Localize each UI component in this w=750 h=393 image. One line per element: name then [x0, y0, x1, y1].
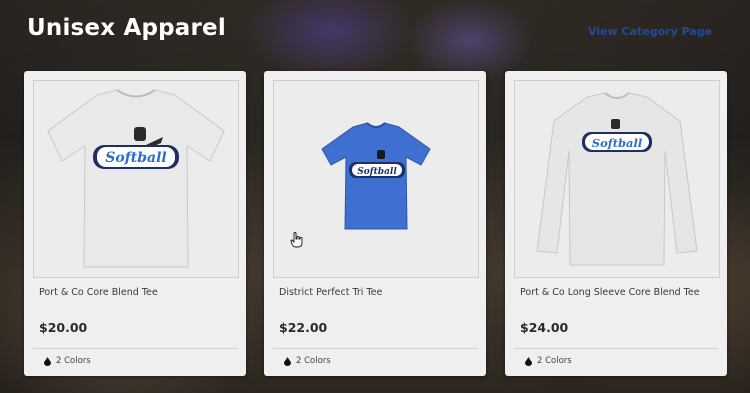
color-count: 2 Colors: [525, 356, 572, 366]
product-image[interactable]: Softball: [514, 80, 720, 278]
product-name[interactable]: Port & Co Core Blend Tee: [39, 287, 158, 298]
drop-icon: [525, 356, 532, 366]
page-title: Unisex Apparel: [27, 15, 226, 41]
product-image[interactable]: Softball: [33, 80, 239, 278]
drop-icon: [284, 356, 291, 366]
view-category-link[interactable]: View Category Page: [588, 25, 712, 38]
svg-text:Softball: Softball: [105, 150, 166, 166]
product-card[interactable]: Softball Port & Co Core Blend Tee $20.00…: [24, 71, 246, 376]
drop-icon: [44, 356, 51, 366]
color-count-label: 2 Colors: [56, 356, 91, 366]
product-card[interactable]: Softball District Perfect Tri Tee $22.00…: [264, 71, 486, 376]
product-name[interactable]: District Perfect Tri Tee: [279, 287, 382, 298]
product-image[interactable]: Softball: [273, 80, 479, 278]
product-card[interactable]: Softball Port & Co Long Sleeve Core Blen…: [505, 71, 727, 376]
product-price: $24.00: [520, 320, 569, 335]
color-count-label: 2 Colors: [537, 356, 572, 366]
hand-cursor-icon: [290, 232, 304, 248]
product-name[interactable]: Port & Co Long Sleeve Core Blend Tee: [520, 287, 700, 298]
color-count: 2 Colors: [284, 356, 331, 366]
product-price: $22.00: [279, 320, 328, 335]
longsleeve-shape: [536, 92, 698, 266]
divider: [273, 348, 477, 349]
svg-text:Softball: Softball: [357, 167, 397, 177]
color-count-label: 2 Colors: [296, 356, 331, 366]
svg-text:Softball: Softball: [592, 136, 643, 150]
divider: [514, 348, 718, 349]
divider: [33, 348, 237, 349]
color-count: 2 Colors: [44, 356, 91, 366]
tshirt-shape: [47, 89, 225, 268]
product-price: $20.00: [39, 320, 88, 335]
